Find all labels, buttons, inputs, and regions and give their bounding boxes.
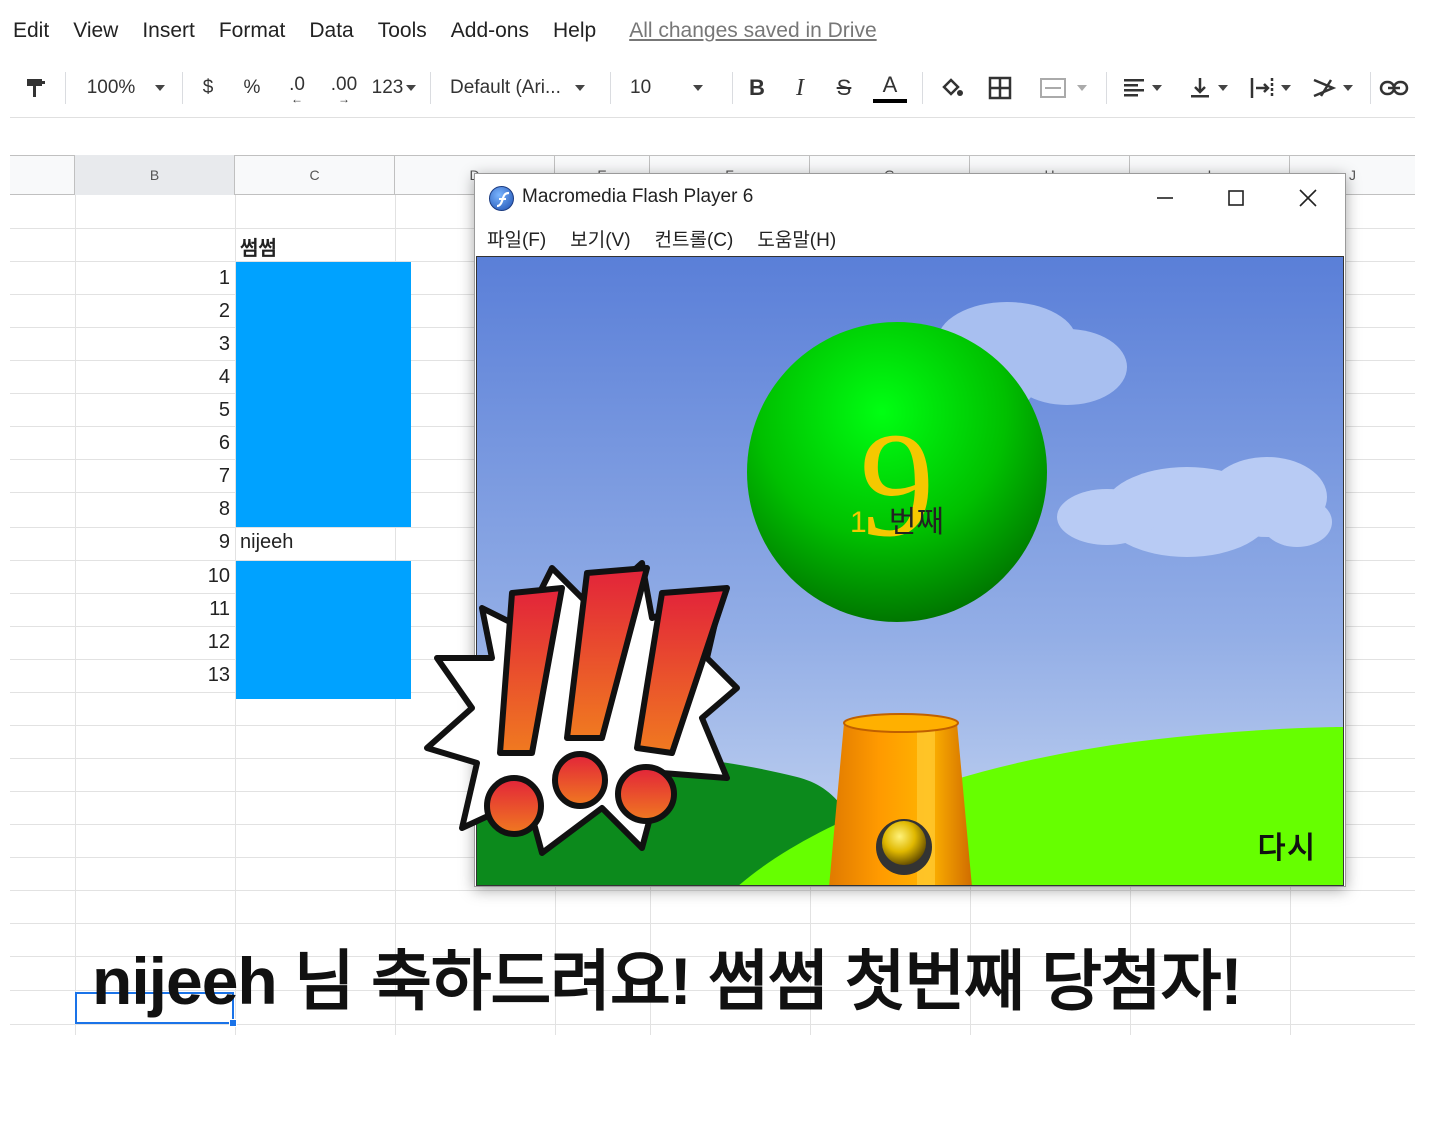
text-color-label: A xyxy=(882,71,898,97)
menu-tools[interactable]: Tools xyxy=(365,19,438,43)
ball-number: 9 xyxy=(859,402,935,568)
increase-decimal-button[interactable]: .00 → xyxy=(324,58,364,118)
menu-add-ons[interactable]: Add-ons xyxy=(438,19,540,43)
highlighted-cells-bottom[interactable] xyxy=(236,561,411,699)
menu-insert[interactable]: Insert xyxy=(129,19,206,43)
flash-logo-icon xyxy=(489,186,514,211)
toolbar: 100% $ % .0 ← .00 → 123 Default (Ari... 10… xyxy=(10,58,1415,118)
percent-button[interactable]: % xyxy=(238,58,266,118)
decrease-decimal-button[interactable]: .0 ← xyxy=(280,58,314,118)
text-color-button[interactable]: A xyxy=(872,58,908,118)
zoom-select[interactable]: 100% xyxy=(80,58,172,118)
menu-format[interactable]: Format xyxy=(206,19,297,43)
exclamation-sticker: !!! xyxy=(422,548,740,856)
ordinal-label: 번째 xyxy=(888,506,944,539)
row-value-1[interactable]: 1 xyxy=(150,267,230,290)
more-formats-label: 123 xyxy=(371,77,404,98)
flash-menu-help[interactable]: 도움말(H) xyxy=(757,225,836,252)
row-value-13[interactable]: 13 xyxy=(150,664,230,687)
row-value-5[interactable]: 5 xyxy=(150,399,230,422)
zoom-value: 100% xyxy=(86,77,136,98)
italic-button[interactable]: I xyxy=(786,58,814,118)
congratulation-caption: nijeeh 님 축하드려요! 썸썸 첫번째 당첨자! xyxy=(92,944,1242,1018)
ordinal-number: 1 xyxy=(850,506,867,539)
row-value-10[interactable]: 10 xyxy=(150,565,230,588)
flash-menu-bar: 파일(F) 보기(V) 컨트롤(C) 도움말(H) xyxy=(475,222,1345,255)
exclamation-text: !!! xyxy=(422,548,424,549)
row-value-8[interactable]: 8 xyxy=(150,498,230,521)
header-cell-sseomsseom[interactable]: 썸썸 xyxy=(240,232,277,261)
ball-ordinal: 1 번째 xyxy=(747,497,1047,541)
borders-icon[interactable] xyxy=(984,58,1016,118)
font-value: Default (Ari... xyxy=(450,77,561,98)
text-color-swatch xyxy=(873,98,907,103)
menu-edit[interactable]: Edit xyxy=(0,19,60,43)
font-size-select[interactable]: 10 xyxy=(630,58,720,118)
font-select[interactable]: Default (Ari... xyxy=(450,58,600,118)
text-rotation-icon[interactable] xyxy=(1304,58,1360,118)
row-value-12[interactable]: 12 xyxy=(150,631,230,654)
winner-name-cell[interactable]: nijeeh xyxy=(240,531,293,554)
flash-window-title: Macromedia Flash Player 6 xyxy=(522,186,754,207)
font-size-value: 10 xyxy=(630,77,652,98)
close-icon[interactable] xyxy=(1282,180,1334,216)
exclamation-dot-1 xyxy=(484,775,544,837)
saved-status-link[interactable]: All changes saved in Drive xyxy=(629,19,876,43)
column-header-c[interactable]: C xyxy=(235,155,395,195)
bold-button[interactable]: B xyxy=(743,58,771,118)
paint-format-icon[interactable] xyxy=(18,58,54,118)
maximize-icon[interactable] xyxy=(1210,180,1262,216)
retry-button[interactable]: 다시 xyxy=(1258,823,1317,867)
row-value-9[interactable]: 9 xyxy=(150,531,230,554)
row-value-2[interactable]: 2 xyxy=(150,300,230,323)
flash-menu-view[interactable]: 보기(V) xyxy=(570,225,630,252)
flash-title-bar[interactable]: Macromedia Flash Player 6 xyxy=(475,174,1345,222)
minimize-icon[interactable] xyxy=(1139,180,1191,216)
flash-menu-control[interactable]: 컨트롤(C) xyxy=(655,225,734,252)
more-formats-button[interactable]: 123 xyxy=(368,58,420,118)
row-value-3[interactable]: 3 xyxy=(150,333,230,356)
exclamation-dot-2 xyxy=(552,751,608,809)
highlighted-cells-top[interactable] xyxy=(236,262,411,527)
align-vertical-icon[interactable] xyxy=(1180,58,1236,118)
row-value-6[interactable]: 6 xyxy=(150,432,230,455)
row-value-4[interactable]: 4 xyxy=(150,366,230,389)
menu-data[interactable]: Data xyxy=(296,19,364,43)
flash-menu-file[interactable]: 파일(F) xyxy=(487,225,546,252)
insert-link-icon[interactable] xyxy=(1376,58,1412,118)
arrow-right-icon: → xyxy=(338,92,350,106)
fill-color-icon[interactable] xyxy=(936,58,968,118)
launcher-knob xyxy=(882,821,926,865)
ball-label-group: 9 1 번째 xyxy=(747,257,1047,657)
strikethrough-button[interactable]: S xyxy=(830,58,858,118)
row-value-7[interactable]: 7 xyxy=(150,465,230,488)
column-header-b[interactable]: B xyxy=(75,155,235,195)
menu-help[interactable]: Help xyxy=(540,19,607,43)
menu-view[interactable]: View xyxy=(60,19,129,43)
currency-button[interactable]: $ xyxy=(194,58,222,118)
menu-bar: Edit View Insert Format Data Tools Add-o… xyxy=(0,14,960,48)
row-value-11[interactable]: 11 xyxy=(150,598,230,621)
align-horizontal-icon[interactable] xyxy=(1116,58,1168,118)
merge-cells-icon[interactable] xyxy=(1030,58,1096,118)
text-wrap-icon[interactable] xyxy=(1242,58,1298,118)
select-all-corner[interactable] xyxy=(10,155,75,195)
arrow-left-icon: ← xyxy=(291,92,303,106)
exclamation-dot-3 xyxy=(615,764,677,824)
